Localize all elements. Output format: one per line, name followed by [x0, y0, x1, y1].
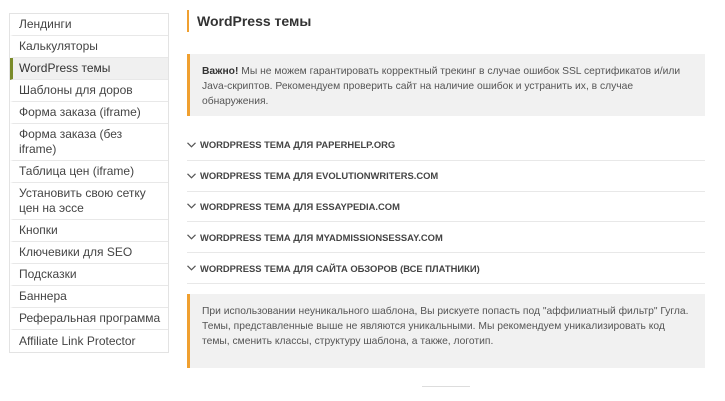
chevron-down-icon	[187, 233, 196, 242]
sidebar-item-order-form-no-iframe[interactable]: Форма заказа (без iframe)	[10, 124, 168, 161]
sidebar-item-price-table[interactable]: Таблица цен (iframe)	[10, 161, 168, 183]
sidebar-item-hints[interactable]: Подсказки	[10, 264, 168, 286]
sidebar-item-landings[interactable]: Лендинги	[10, 14, 168, 36]
main-content: WordPress темы Важно! Мы не можем гарант…	[187, 10, 705, 368]
accordion-label: WORDPRESS ТЕМА ДЛЯ ESSAYPEDIA.COM	[200, 200, 400, 212]
accordion-item-essaypedia[interactable]: WORDPRESS ТЕМА ДЛЯ ESSAYPEDIA.COM	[187, 192, 705, 223]
accordion-label: WORDPRESS ТЕМА ДЛЯ PAPERHELP.ORG	[200, 139, 396, 151]
accordion-item-paperhelp[interactable]: WORDPRESS ТЕМА ДЛЯ PAPERHELP.ORG	[187, 130, 705, 161]
sidebar-item-seo-keywords[interactable]: Ключевики для SEO	[10, 242, 168, 264]
notice-strong: Важно!	[202, 66, 239, 77]
chevron-down-icon	[187, 171, 196, 180]
chevron-down-icon	[187, 202, 196, 211]
sidebar-item-buttons[interactable]: Кнопки	[10, 220, 168, 242]
footer-divider	[422, 386, 470, 387]
important-notice: Важно! Мы не можем гарантировать коррект…	[187, 54, 705, 116]
page-title: WordPress темы	[187, 10, 705, 32]
accordion-label: WORDPRESS ТЕМА ДЛЯ САЙТА ОБЗОРОВ (ВСЕ ПЛ…	[200, 262, 480, 274]
sidebar-item-referral[interactable]: Реферальная программа	[10, 308, 168, 330]
sidebar-item-link-protector[interactable]: Affiliate Link Protector	[10, 330, 168, 352]
accordion-item-reviews[interactable]: WORDPRESS ТЕМА ДЛЯ САЙТА ОБЗОРОВ (ВСЕ ПЛ…	[187, 253, 705, 284]
uniqueness-notice: При использовании неуникального шаблона,…	[187, 294, 705, 368]
chevron-down-icon	[187, 264, 196, 273]
accordion-label: WORDPRESS ТЕМА ДЛЯ EVOLUTIONWRITERS.COM	[200, 170, 439, 182]
theme-accordion: WORDPRESS ТЕМА ДЛЯ PAPERHELP.ORG WORDPRE…	[187, 130, 705, 284]
accordion-item-evolutionwriters[interactable]: WORDPRESS ТЕМА ДЛЯ EVOLUTIONWRITERS.COM	[187, 161, 705, 192]
sidebar-item-banners[interactable]: Баннера	[10, 286, 168, 308]
chevron-down-icon	[187, 140, 196, 149]
sidebar-item-calculators[interactable]: Калькуляторы	[10, 36, 168, 58]
notice-text: Мы не можем гарантировать корректный тре…	[202, 66, 681, 107]
sidebar-item-wordpress-themes[interactable]: WordPress темы	[10, 58, 168, 80]
accordion-item-myadmissionsessay[interactable]: WORDPRESS ТЕМА ДЛЯ MYADMISSIONSESSAY.COM	[187, 222, 705, 254]
sidebar-item-price-grid[interactable]: Установить свою сетку цен на эссе	[10, 183, 168, 220]
sidebar-item-order-form-iframe[interactable]: Форма заказа (iframe)	[10, 102, 168, 124]
sidebar-menu: Лендинги Калькуляторы WordPress темы Шаб…	[9, 13, 169, 353]
sidebar-item-door-templates[interactable]: Шаблоны для доров	[10, 80, 168, 102]
accordion-label: WORDPRESS ТЕМА ДЛЯ MYADMISSIONSESSAY.COM	[200, 231, 443, 243]
